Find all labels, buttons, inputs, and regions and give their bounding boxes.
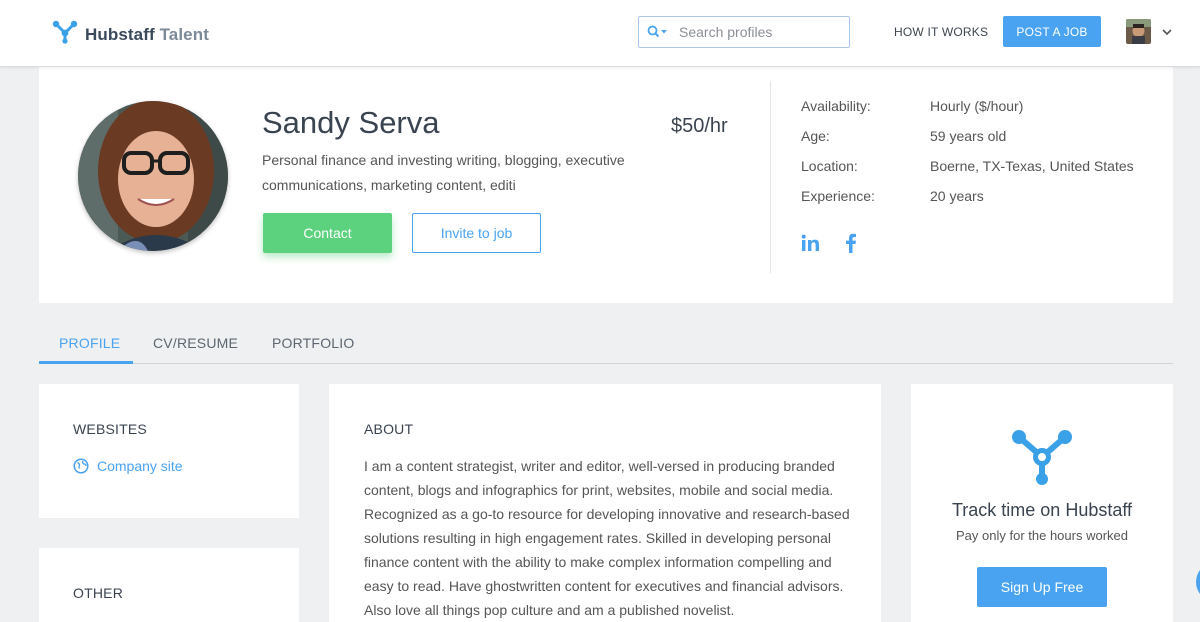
tab-profile[interactable]: PROFILE (59, 335, 120, 351)
profile-headline: Personal finance and investing writing, … (262, 152, 625, 193)
websites-card: WEBSITES Company site (39, 384, 299, 518)
hubstaff-logo-icon (52, 20, 78, 49)
company-site-label: Company site (97, 458, 183, 474)
other-card: OTHER (39, 548, 299, 622)
profile-card: Sandy Serva $50/hr Personal finance and … (39, 67, 1173, 303)
logo-suffix: Talent (159, 24, 209, 44)
search-box[interactable] (638, 16, 850, 48)
hubstaff-logo-icon (1011, 429, 1073, 492)
detail-label: Experience: (801, 188, 875, 204)
tab-portfolio[interactable]: PORTFOLIO (272, 335, 354, 351)
social-links (801, 233, 881, 258)
divider (770, 81, 771, 273)
tab-cv-resume[interactable]: CV/RESUME (153, 335, 238, 351)
about-text: I am a content strategist, writer and ed… (364, 458, 850, 618)
user-avatar[interactable] (1126, 19, 1151, 44)
detail-value: Hourly ($/hour) (930, 98, 1024, 114)
company-site-link[interactable]: Company site (73, 458, 183, 474)
linkedin-icon[interactable] (801, 234, 821, 257)
logo-brand: Hubstaff (85, 24, 155, 44)
chevron-down-icon[interactable] (1161, 25, 1173, 43)
detail-label: Age: (801, 128, 830, 144)
detail-value: 20 years (930, 188, 984, 204)
websites-title: WEBSITES (73, 421, 147, 437)
detail-label: Availability: (801, 98, 871, 114)
detail-value: 59 years old (930, 128, 1007, 144)
search-icon[interactable] (647, 25, 673, 39)
profile-photo (78, 101, 228, 251)
active-tab-indicator (39, 361, 133, 364)
profile-tabs: PROFILE CV/RESUME PORTFOLIO (39, 322, 1173, 364)
chat-bubble-icon[interactable] (1196, 562, 1200, 602)
promo-title: Track time on Hubstaff (951, 500, 1133, 520)
hubstaff-promo-card: Track time on Hubstaff Pay only for the … (911, 384, 1173, 622)
how-it-works-link[interactable]: HOW IT WORKS (894, 25, 988, 39)
detail-label: Location: (801, 158, 858, 174)
hubstaff-logo[interactable]: Hubstaff Talent (52, 20, 209, 49)
hourly-rate: $50/hr (671, 115, 728, 137)
globe-icon (73, 458, 89, 474)
other-title: OTHER (73, 585, 123, 601)
profile-name: Sandy Serva (262, 105, 440, 140)
search-input[interactable] (679, 24, 839, 40)
contact-button[interactable]: Contact (263, 213, 392, 253)
logo-text: Hubstaff Talent (85, 25, 209, 45)
invite-to-job-button[interactable]: Invite to job (412, 213, 541, 253)
promo-subtitle: Pay only for the hours worked (956, 528, 1128, 543)
about-title: ABOUT (364, 421, 414, 437)
sign-up-free-button[interactable]: Sign Up Free (977, 567, 1107, 607)
post-job-button[interactable]: POST A JOB (1003, 16, 1101, 47)
detail-value: Boerne, TX-Texas, United States (930, 158, 1134, 174)
facebook-icon[interactable] (845, 233, 857, 258)
top-navbar: Hubstaff Talent HOW IT WORKS POST A JOB (0, 0, 1200, 67)
about-card: ABOUT I am a content strategist, writer … (329, 384, 881, 622)
